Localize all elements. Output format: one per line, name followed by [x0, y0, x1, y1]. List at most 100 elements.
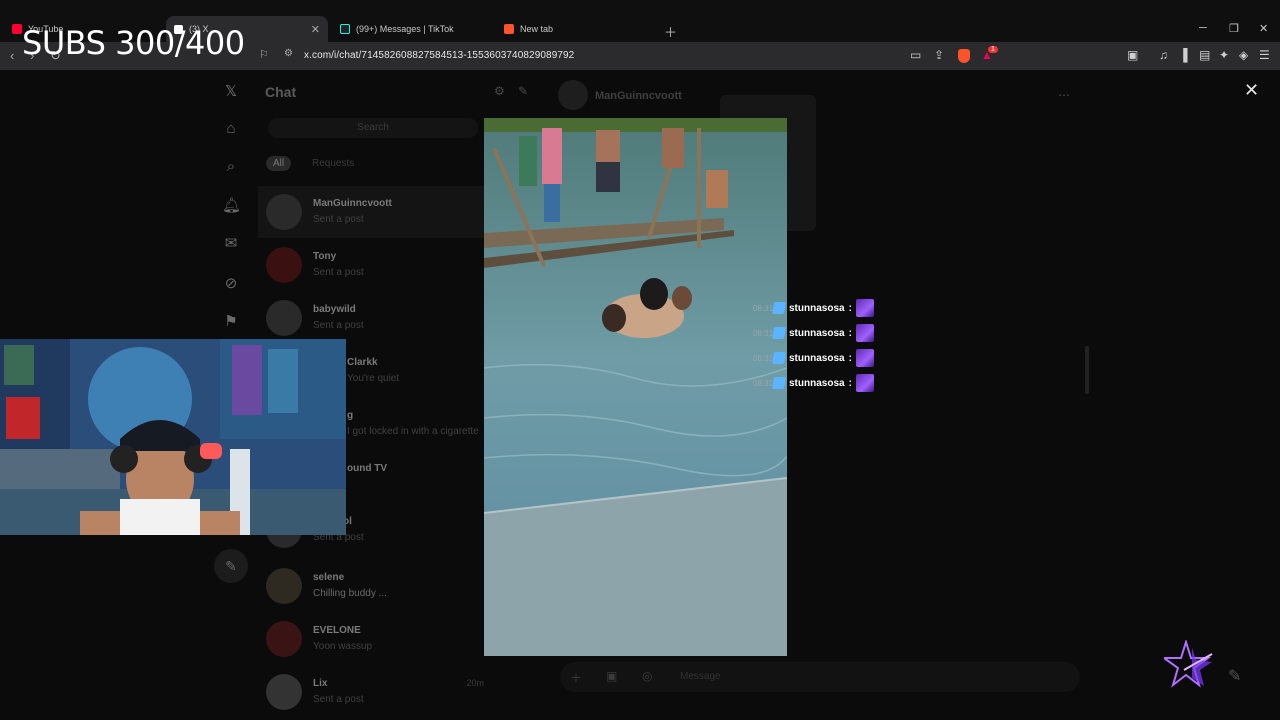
scrollbar[interactable] — [1085, 346, 1089, 394]
screenshot-icon[interactable]: ▣ — [1127, 48, 1138, 62]
tab-label: (99+) Messages | TikTok — [356, 24, 454, 34]
grok-icon[interactable]: ⊘ — [222, 274, 240, 292]
search-icon[interactable]: ⌕ — [222, 158, 240, 176]
notifications-icon[interactable]: 🔔︎ — [222, 196, 241, 214]
chat-username: stunnasosa — [789, 327, 845, 339]
conversation-preview: Sent a post — [313, 214, 364, 225]
close-tab-icon[interactable]: ✕ — [311, 23, 320, 36]
back-icon[interactable]: ‹ — [10, 48, 14, 63]
notification-badge: 1 — [988, 46, 998, 53]
chat-username: stunnasosa — [789, 377, 845, 389]
stream-chat-message: 08:31 stunnasosa : — [753, 324, 874, 342]
tab-new-tab[interactable]: New tab — [496, 16, 656, 42]
avatar — [266, 621, 302, 657]
sidebar-icon[interactable]: ▐ — [1179, 48, 1188, 62]
conversation-preview: Sent a post — [313, 320, 364, 331]
stream-chat-message: 08:31 stunnasosa : — [753, 349, 874, 367]
stream-chat-message: 08:31 stunnasosa : — [753, 299, 874, 317]
filter-all-tab[interactable]: All — [266, 156, 292, 171]
gif-icon[interactable]: ◎ — [642, 669, 652, 683]
more-options-icon[interactable]: ⋯ — [1058, 88, 1070, 102]
new-tab-button[interactable]: ＋ — [664, 22, 677, 41]
conversation-item[interactable]: babywild Sent a post — [258, 292, 484, 344]
avatar — [266, 568, 302, 604]
wallet-icon[interactable]: ▤ — [1199, 48, 1210, 62]
chat-username: stunnasosa — [789, 302, 845, 314]
add-icon[interactable]: ＋ — [570, 669, 582, 686]
platform-icon — [771, 377, 787, 389]
minimize-icon[interactable]: ─ — [1199, 22, 1207, 34]
conversation-item[interactable]: ManGuinncvoott Sent a post — [258, 186, 484, 238]
conversation-preview: Yoon wassup — [313, 641, 373, 652]
conversation-time: 20m — [466, 678, 484, 688]
bookmark-icon[interactable]: ⚐ — [259, 48, 269, 61]
page-title: Chat — [265, 84, 297, 100]
chat-search-input[interactable]: Search — [268, 118, 478, 138]
video-player[interactable] — [484, 118, 787, 656]
home-icon[interactable]: ⌂ — [222, 120, 240, 138]
vpn-icon[interactable]: ◈ — [1239, 48, 1248, 62]
conversation-name: ound TV — [347, 463, 387, 474]
x-logo-icon[interactable]: 𝕏 — [222, 82, 240, 100]
conversation-preview: Sent a post — [313, 694, 364, 705]
site-info-icon[interactable]: ⚙ — [284, 48, 293, 59]
cast-icon[interactable]: ▭ — [910, 48, 921, 62]
leo-ai-icon[interactable]: ✦ — [1219, 48, 1229, 62]
url-field[interactable]: x.com/i/chat/714582608827584513-15536037… — [304, 50, 574, 61]
conversation-name: EVELONE — [313, 625, 361, 636]
conversation-name: ManGuinncvoott — [313, 198, 392, 209]
compose-icon[interactable]: ✎ — [1228, 666, 1241, 686]
window-close-icon[interactable]: ✕ — [1259, 22, 1268, 35]
chat-separator: : — [848, 352, 852, 364]
webcam-frame — [0, 339, 346, 535]
emote-icon — [855, 349, 874, 367]
conversation-name: babywild — [313, 304, 356, 315]
video-frame — [484, 118, 787, 656]
platform-icon — [771, 352, 787, 364]
restore-icon[interactable]: ❐ — [1229, 22, 1239, 35]
streamer-star-logo — [1164, 640, 1213, 688]
tiktok-icon — [340, 24, 350, 34]
conversation-preview: Chilling buddy ... — [313, 588, 387, 599]
dm-header-name: ManGuinncvoott — [595, 90, 682, 102]
messages-icon[interactable]: ✉ — [222, 234, 240, 252]
conversation-name: Clarkk — [347, 357, 378, 368]
subs-goal-counter: SUBS 300/400 — [22, 24, 245, 62]
platform-icon — [771, 302, 787, 314]
avatar — [266, 674, 302, 710]
chat-timestamp: 08:31 — [753, 303, 774, 313]
chat-timestamp: 08:31 — [753, 353, 774, 363]
avatar — [266, 300, 302, 336]
conversation-name: Tony — [313, 251, 337, 262]
conversation-item[interactable]: Tony Sent a post — [258, 239, 484, 291]
platform-icon — [771, 327, 787, 339]
conversation-name: g — [347, 410, 354, 421]
streamer-webcam — [0, 339, 346, 535]
menu-icon[interactable]: ☰ — [1259, 48, 1270, 62]
bookmarks-icon[interactable]: ⚑ — [222, 312, 240, 330]
chat-username: stunnasosa — [789, 352, 845, 364]
music-icon[interactable]: ♫ — [1159, 48, 1168, 62]
filter-requests-tab[interactable]: Requests — [312, 158, 354, 169]
share-icon[interactable]: ⇪ — [934, 48, 944, 62]
media-icon[interactable]: ▣ — [606, 669, 617, 683]
chat-separator: : — [848, 302, 852, 314]
avatar — [266, 194, 302, 230]
chat-separator: : — [848, 327, 852, 339]
close-media-icon[interactable]: ✕ — [1244, 80, 1259, 101]
chat-separator: : — [848, 377, 852, 389]
conversation-item[interactable]: selene Chilling buddy ... — [258, 560, 484, 612]
emote-icon — [855, 374, 874, 392]
brave-icon — [504, 24, 514, 34]
conversation-preview: I got locked in with a cigarette — [347, 426, 479, 437]
tab-tiktok[interactable]: (99+) Messages | TikTok — [332, 16, 492, 42]
grok-button[interactable]: ✎ — [214, 549, 248, 583]
conversation-item[interactable]: Lix Sent a post 20m — [258, 666, 484, 718]
brave-shields-icon[interactable] — [958, 49, 970, 63]
settings-icon[interactable]: ⚙ — [494, 84, 505, 98]
new-message-icon[interactable]: ✎ — [518, 84, 528, 98]
message-composer[interactable]: ＋ ▣ ◎ Message — [560, 662, 1080, 692]
conversation-item[interactable]: EVELONE Yoon wassup — [258, 613, 484, 665]
chat-timestamp: 08:31 — [753, 378, 774, 388]
message-input[interactable]: Message — [680, 671, 721, 682]
